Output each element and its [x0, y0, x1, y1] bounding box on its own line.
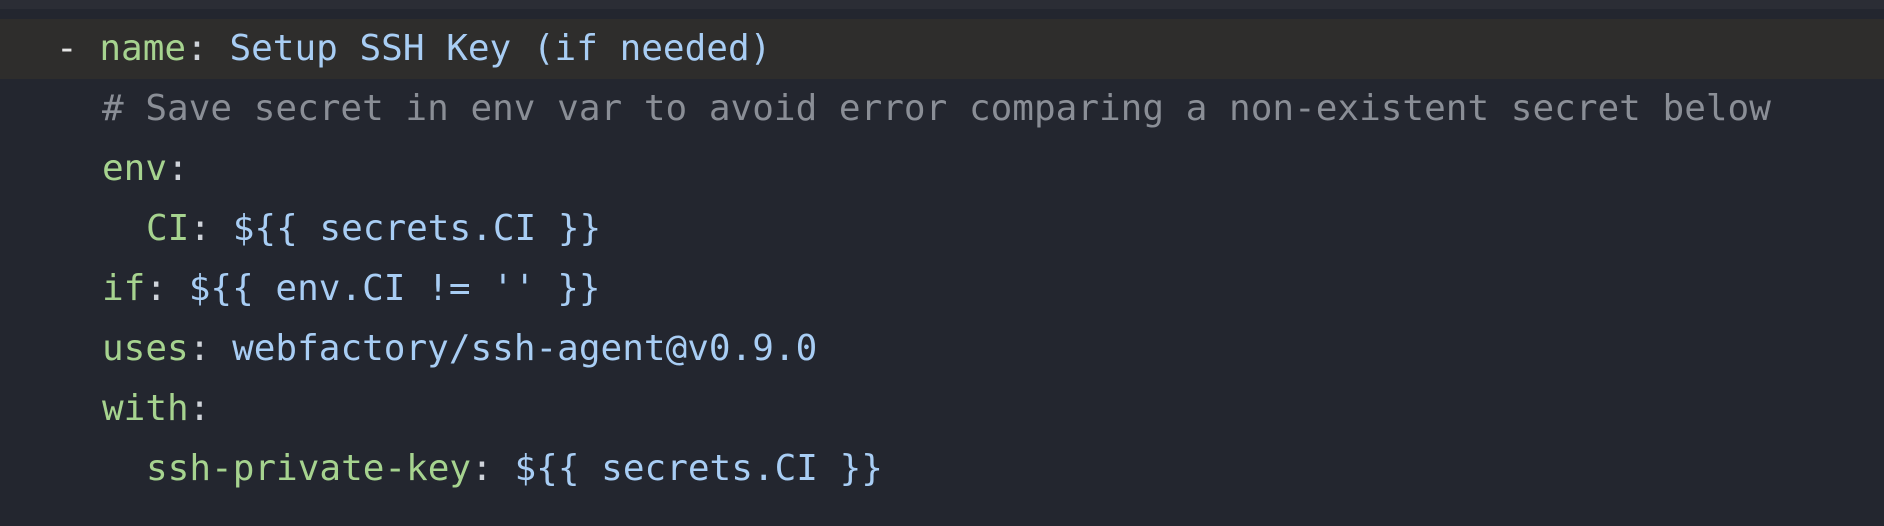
- code-line-3[interactable]: env:: [0, 139, 1884, 199]
- code-line-2[interactable]: # Save secret in env var to avoid error …: [0, 79, 1884, 139]
- yaml-value: ${{ secrets.CI }}: [514, 448, 883, 489]
- code-editor[interactable]: - name: Setup SSH Key (if needed) # Save…: [0, 0, 1884, 526]
- yaml-colon: :: [145, 268, 168, 309]
- yaml-colon: :: [188, 328, 211, 369]
- list-dash: -: [56, 28, 78, 69]
- yaml-key: if: [102, 268, 146, 309]
- code-line-1[interactable]: - name: Setup SSH Key (if needed): [0, 19, 1884, 79]
- yaml-value: webfactory/ssh-agent@v0.9.0: [232, 328, 818, 369]
- yaml-colon: :: [188, 388, 211, 429]
- code-line-7[interactable]: with:: [0, 379, 1884, 439]
- yaml-key: env: [102, 148, 168, 189]
- yaml-colon: :: [189, 208, 212, 249]
- yaml-key: with: [102, 388, 189, 429]
- yaml-value: ${{ env.CI != '' }}: [188, 268, 601, 309]
- yaml-key: CI: [146, 208, 190, 249]
- yaml-comment: # Save secret in env var to avoid error …: [102, 88, 1771, 129]
- yaml-colon: :: [471, 448, 493, 489]
- yaml-colon: :: [167, 148, 189, 189]
- yaml-key: uses: [102, 328, 189, 369]
- editor-top-edge: [0, 0, 1884, 9]
- yaml-key: ssh-private-key: [146, 448, 472, 489]
- code-line-4[interactable]: CI: ${{ secrets.CI }}: [0, 199, 1884, 259]
- yaml-colon: :: [186, 28, 208, 69]
- code-line-6[interactable]: uses: webfactory/ssh-agent@v0.9.0: [0, 319, 1884, 379]
- code-line-8[interactable]: ssh-private-key: ${{ secrets.CI }}: [0, 439, 1884, 499]
- yaml-key: name: [99, 28, 187, 69]
- yaml-value: Setup SSH Key (if needed): [229, 28, 772, 69]
- code-line-5[interactable]: if: ${{ env.CI != '' }}: [0, 259, 1884, 319]
- yaml-value: ${{ secrets.CI }}: [232, 208, 602, 249]
